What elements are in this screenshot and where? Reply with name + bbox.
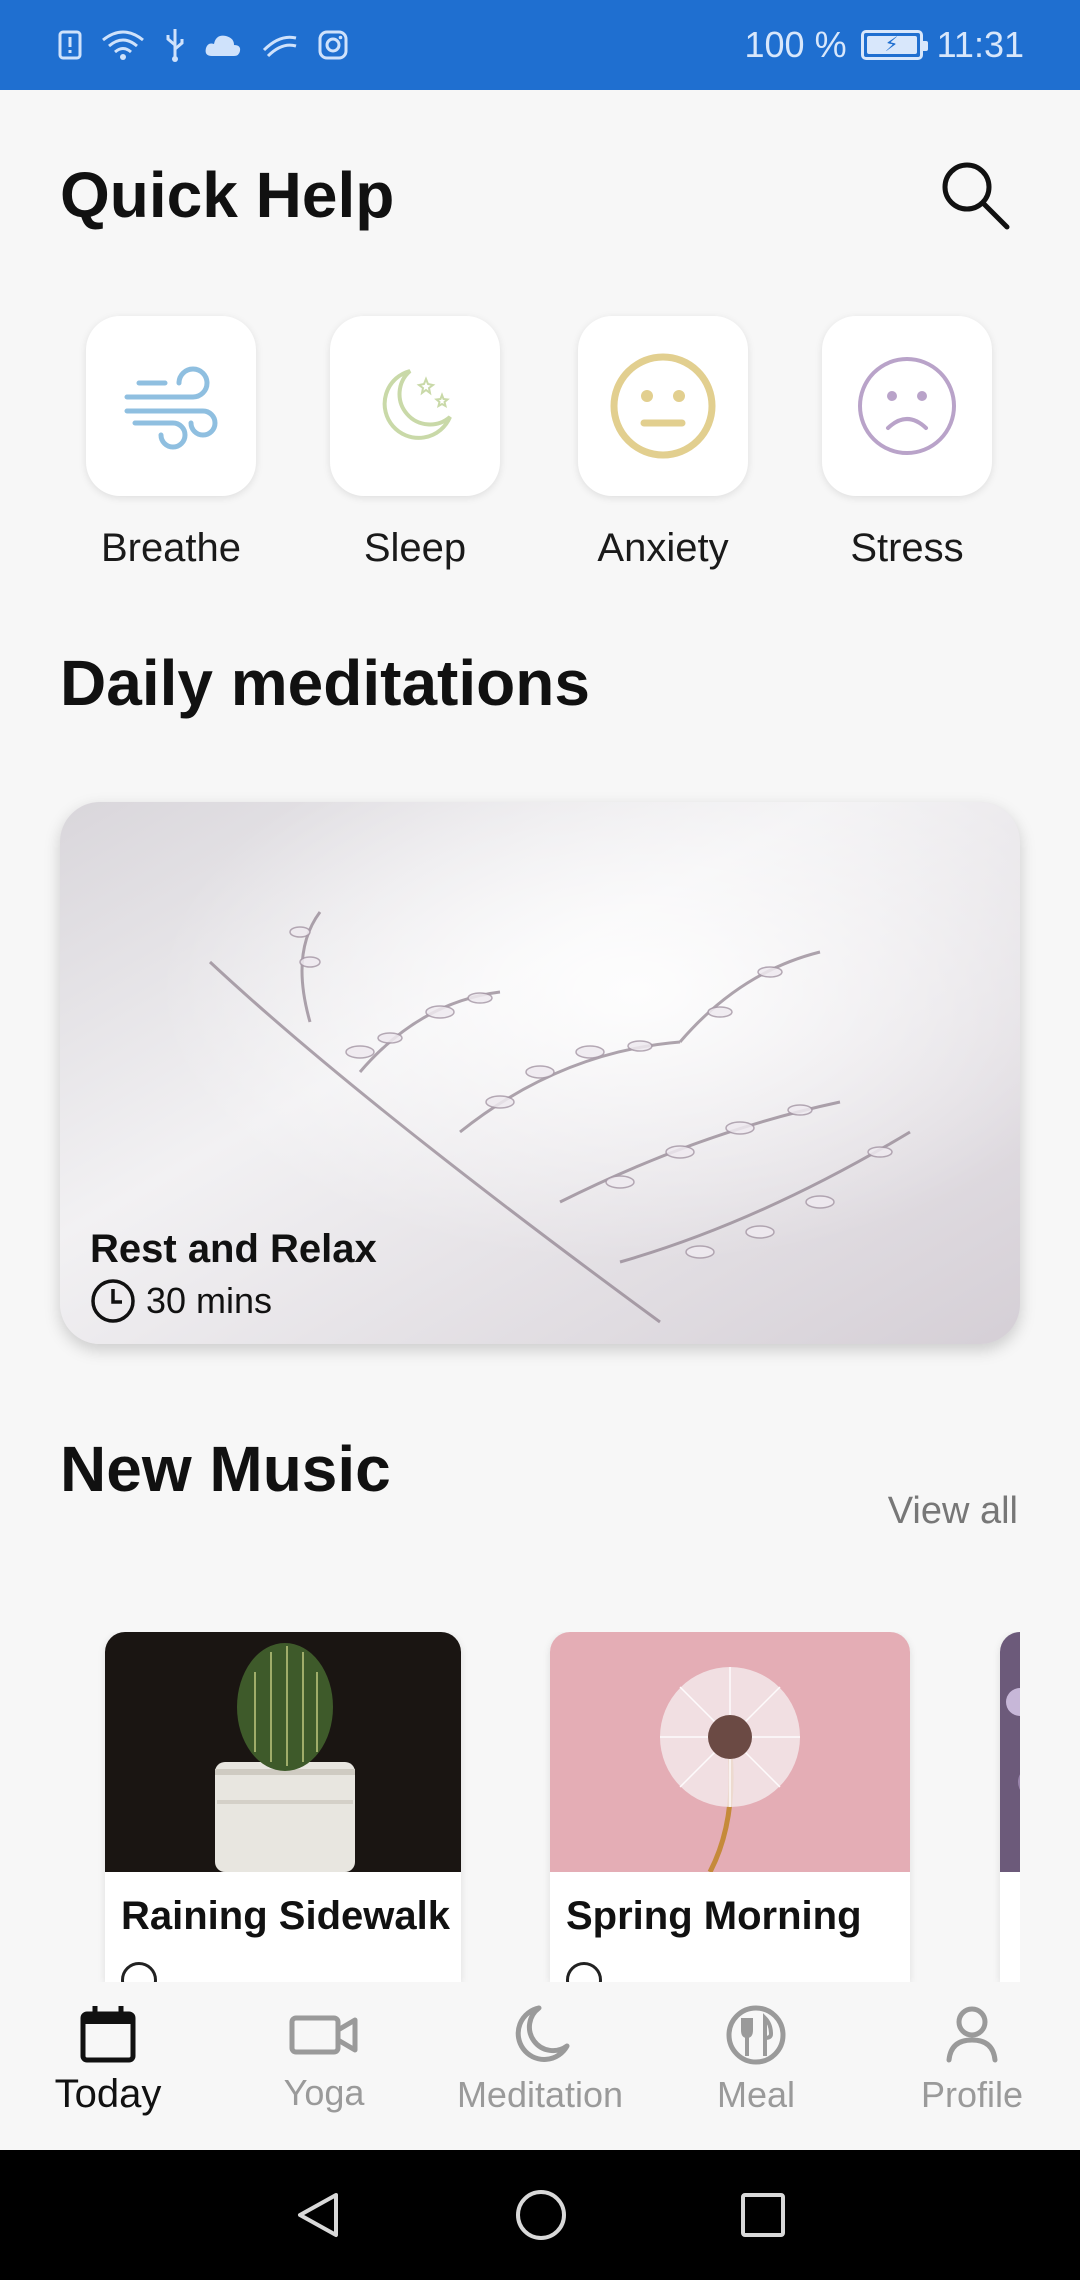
search-button[interactable] bbox=[930, 150, 1020, 240]
system-nav-bar bbox=[0, 2150, 1080, 2280]
quick-help-breathe[interactable]: Breathe bbox=[86, 316, 256, 571]
nav-profile-label: Profile bbox=[920, 2074, 1024, 2115]
nav-profile[interactable]: Profile bbox=[864, 1982, 1080, 2150]
quick-help-sleep[interactable]: Sleep bbox=[330, 316, 500, 571]
music-card-title: Spring Morning bbox=[566, 1894, 862, 1938]
wifi-icon bbox=[102, 30, 144, 60]
music-clock-icon bbox=[566, 1962, 602, 1982]
daily-meditations-title: Daily meditations bbox=[60, 647, 590, 719]
stress-tile[interactable] bbox=[822, 316, 992, 496]
status-icons bbox=[58, 27, 348, 63]
anxiety-tile[interactable] bbox=[578, 316, 748, 496]
bottom-nav: Today Yoga Meditation Meal Profile bbox=[0, 1982, 1080, 2150]
clock: 11:31 bbox=[936, 24, 1024, 65]
status-right: 100 % ⚡ 11:31 bbox=[745, 24, 1025, 66]
person-icon bbox=[946, 2006, 998, 2063]
sad-face-icon bbox=[858, 357, 956, 455]
nav-meal[interactable]: Meal bbox=[648, 1982, 864, 2150]
anxiety-label: Anxiety bbox=[597, 526, 729, 570]
nav-yoga[interactable]: Yoga bbox=[216, 1982, 432, 2150]
stress-label: Stress bbox=[850, 526, 964, 570]
view-all-link[interactable]: View all bbox=[888, 1490, 1018, 1533]
breathe-tile[interactable] bbox=[86, 316, 256, 496]
usb-icon bbox=[166, 29, 184, 62]
nav-meditation[interactable]: Meditation bbox=[432, 1982, 648, 2150]
nav-today-label: Today bbox=[54, 2072, 162, 2116]
meditation-duration-text: 30 mins bbox=[146, 1280, 273, 1321]
music-card[interactable]: Raining Sidewalk bbox=[105, 1632, 461, 1982]
clock-icon bbox=[91, 1279, 135, 1323]
sleep-tile[interactable] bbox=[330, 316, 500, 496]
music-card-title: Raining Sidewalk bbox=[121, 1894, 450, 1938]
nav-today[interactable]: Today bbox=[0, 1982, 216, 2150]
home-icon[interactable] bbox=[514, 2188, 568, 2242]
music-thumbnail bbox=[1000, 1632, 1020, 1872]
battery-icon: ⚡ bbox=[860, 30, 928, 60]
status-bar: 100 % ⚡ 11:31 bbox=[0, 0, 1080, 90]
instagram-icon bbox=[318, 30, 348, 60]
search-icon bbox=[942, 162, 1010, 230]
meditation-card[interactable]: Rest and Relax 30 mins bbox=[60, 802, 1020, 1344]
music-thumbnail bbox=[550, 1632, 910, 1872]
fork-knife-icon bbox=[726, 2005, 786, 2065]
nfc-icon bbox=[262, 35, 297, 58]
meditation-card-title: Rest and Relax bbox=[90, 1227, 377, 1271]
wind-icon bbox=[124, 366, 218, 450]
battery-percent: 100 % bbox=[744, 24, 847, 65]
music-card[interactable]: Spring Morning bbox=[550, 1632, 910, 1982]
quick-help-anxiety[interactable]: Anxiety bbox=[578, 316, 748, 571]
alert-icon bbox=[58, 30, 82, 60]
music-clock-icon bbox=[121, 1962, 157, 1982]
nav-yoga-label: Yoga bbox=[283, 2072, 365, 2113]
moon-icon bbox=[515, 2005, 570, 2062]
music-carousel[interactable]: Raining Sidewalk Spring Morning bbox=[60, 1632, 1020, 1982]
sleep-label: Sleep bbox=[363, 526, 467, 570]
recents-icon[interactable] bbox=[738, 2190, 788, 2240]
nav-meal-label: Meal bbox=[716, 2074, 796, 2115]
back-icon[interactable] bbox=[292, 2189, 344, 2241]
new-music-title: New Music bbox=[60, 1433, 391, 1505]
moon-stars-icon bbox=[382, 369, 452, 440]
music-card-partial[interactable] bbox=[1000, 1632, 1020, 1982]
music-thumbnail bbox=[105, 1632, 461, 1872]
cloud-icon bbox=[205, 35, 241, 56]
page-title: Quick Help bbox=[60, 159, 395, 231]
calendar-icon bbox=[80, 2006, 136, 2063]
video-camera-icon bbox=[289, 2015, 358, 2055]
quick-help-stress[interactable]: Stress bbox=[822, 316, 992, 571]
neutral-face-icon bbox=[610, 353, 716, 459]
breathe-label: Breathe bbox=[100, 526, 242, 570]
meditation-duration: 30 mins bbox=[90, 1278, 272, 1324]
nav-meditation-label: Meditation bbox=[456, 2074, 624, 2115]
